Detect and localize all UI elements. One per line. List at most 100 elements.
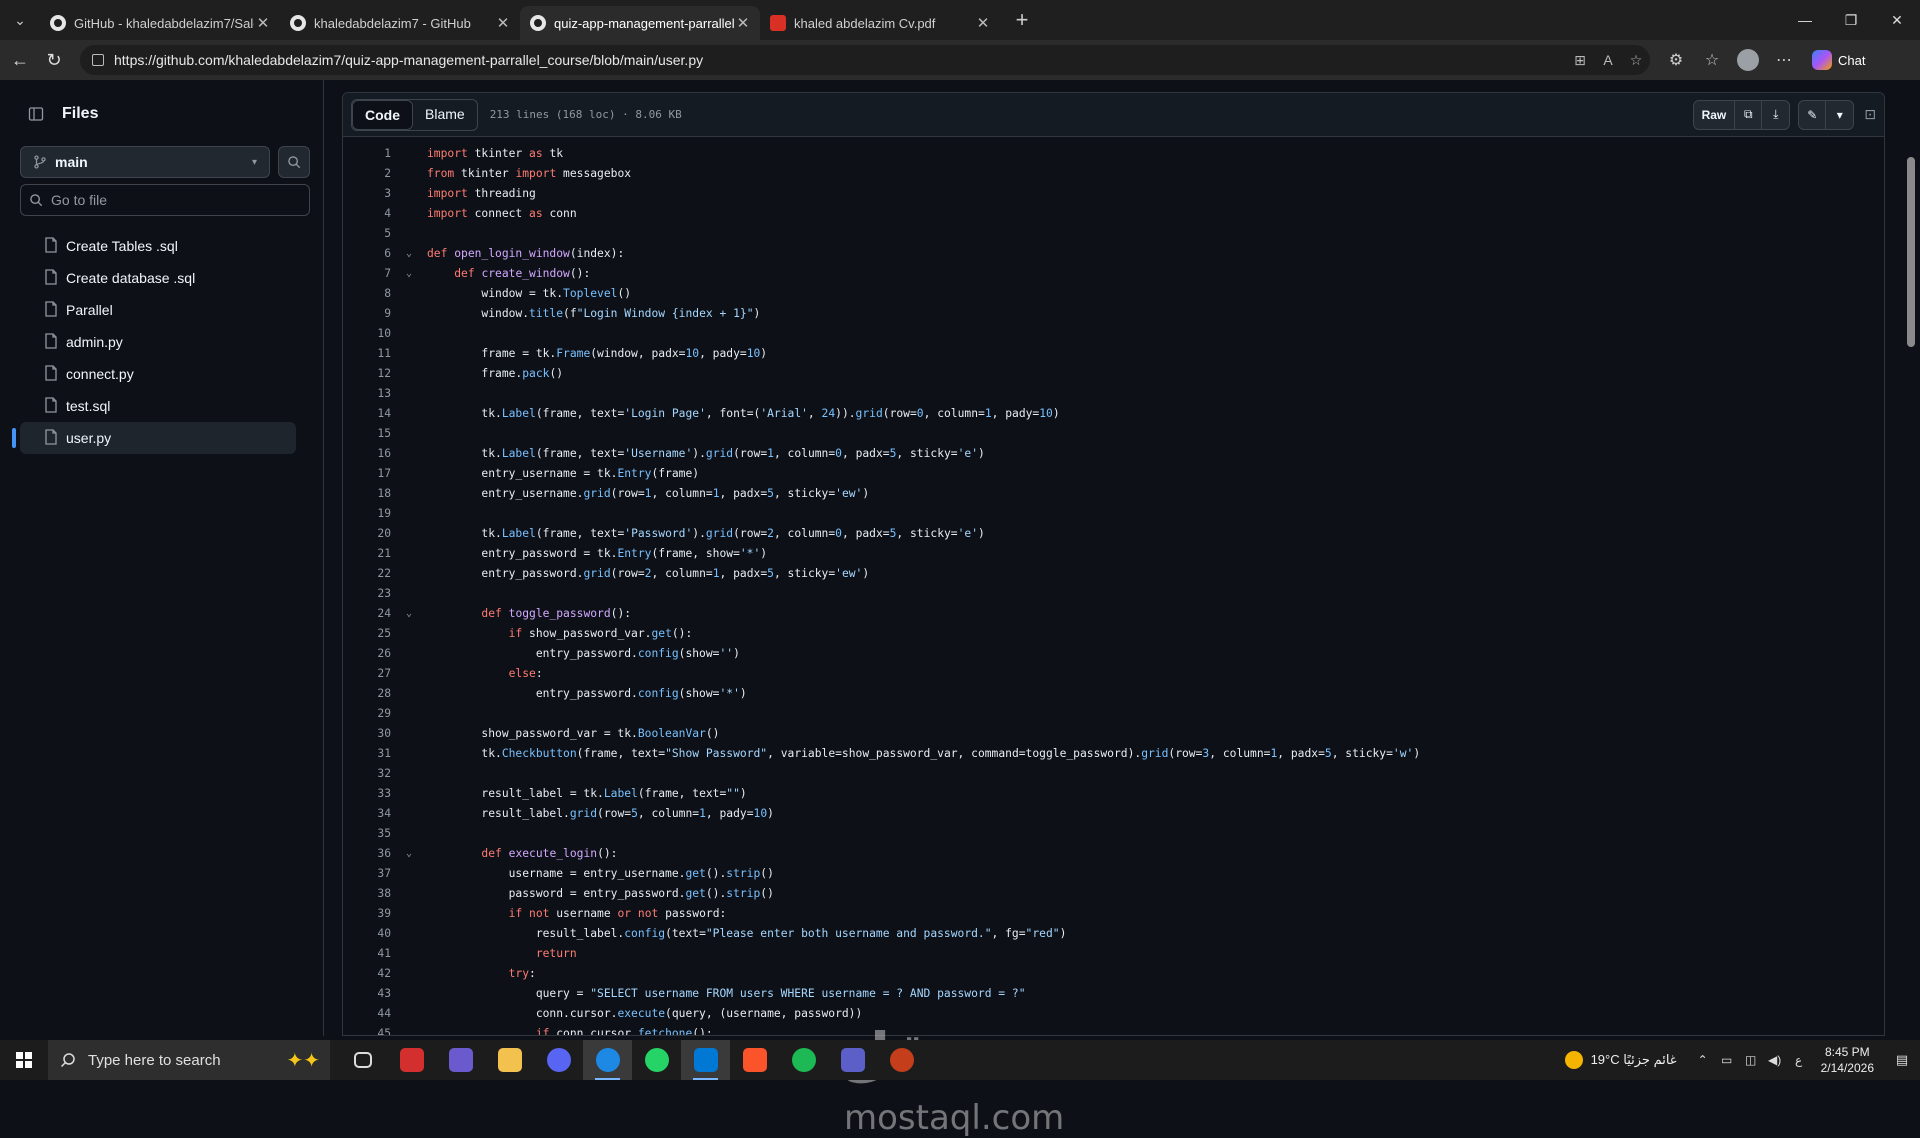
symbols-panel-icon[interactable]: ⊡ — [1864, 106, 1876, 123]
code-line[interactable]: 38 password = entry_password.get().strip… — [343, 883, 1884, 903]
taskbar-app-copilot[interactable] — [436, 1040, 485, 1080]
code-text[interactable]: entry_password.config(show='') — [419, 647, 740, 660]
clock[interactable]: 8:45 PM 2/14/2026 — [1821, 1044, 1874, 1076]
line-number[interactable]: 4 — [343, 207, 399, 220]
taskbar-app-discord[interactable] — [534, 1040, 583, 1080]
read-aloud-icon[interactable]: A — [1594, 52, 1622, 68]
code-text[interactable]: def open_login_window(index): — [419, 247, 624, 260]
browser-tab[interactable]: quiz-app-management-parrallel_co✕ — [520, 6, 760, 40]
line-number[interactable]: 30 — [343, 727, 399, 740]
code-line[interactable]: 24 ⌄ def toggle_password(): — [343, 603, 1884, 623]
line-number[interactable]: 42 — [343, 967, 399, 980]
code-line[interactable]: 1 import tkinter as tk — [343, 143, 1884, 163]
code-text[interactable]: result_label.config(text="Please enter b… — [419, 927, 1067, 940]
more-menu-icon[interactable]: ⋯ — [1766, 50, 1802, 70]
restore-icon[interactable]: ❐ — [1828, 0, 1874, 40]
code-line[interactable]: 3 import threading — [343, 183, 1884, 203]
code-line[interactable]: 13 — [343, 383, 1884, 403]
line-number[interactable]: 8 — [343, 287, 399, 300]
code-line[interactable]: 10 — [343, 323, 1884, 343]
download-icon[interactable]: ⤓ — [1762, 101, 1789, 129]
code-text[interactable]: frame.pack() — [419, 367, 563, 380]
line-number[interactable]: 41 — [343, 947, 399, 960]
code-text[interactable]: entry_password = tk.Entry(frame, show='*… — [419, 547, 767, 560]
code-text[interactable]: def execute_login(): — [419, 847, 617, 860]
search-files-button[interactable] — [278, 146, 310, 178]
code-text[interactable]: username = entry_username.get().strip() — [419, 867, 774, 880]
code-line[interactable]: 21 entry_password = tk.Entry(frame, show… — [343, 543, 1884, 563]
taskbar-app-whatsapp[interactable] — [632, 1040, 681, 1080]
code-line[interactable]: 26 entry_password.config(show='') — [343, 643, 1884, 663]
line-number[interactable]: 33 — [343, 787, 399, 800]
code-line[interactable]: 12 frame.pack() — [343, 363, 1884, 383]
go-to-file-input[interactable]: Go to file — [20, 184, 310, 216]
code-line[interactable]: 18 entry_username.grid(row=1, column=1, … — [343, 483, 1884, 503]
browser-tab[interactable]: GitHub - khaledabdelazim7/Sales- ✕ — [40, 6, 280, 40]
network-icon[interactable]: ◫ — [1739, 1053, 1763, 1067]
line-number[interactable]: 38 — [343, 887, 399, 900]
code-text[interactable]: tk.Label(frame, text='Password').grid(ro… — [419, 527, 984, 540]
code-text[interactable]: if not username or not password: — [419, 907, 727, 920]
code-text[interactable]: conn.cursor.execute(query, (username, pa… — [419, 1007, 862, 1020]
code-line[interactable]: 34 result_label.grid(row=5, column=1, pa… — [343, 803, 1884, 823]
line-number[interactable]: 32 — [343, 767, 399, 780]
code-text[interactable]: tk.Label(frame, text='Login Page', font=… — [419, 407, 1059, 420]
favorite-star-icon[interactable]: ☆ — [1622, 52, 1650, 69]
line-number[interactable]: 11 — [343, 347, 399, 360]
copilot-chat-button[interactable]: Chat — [1802, 46, 1875, 74]
taskbar-app-flash-app[interactable] — [387, 1040, 436, 1080]
browser-tab[interactable]: khaledabdelazim7 - GitHub ✕ — [280, 6, 520, 40]
tab-actions-menu-icon[interactable]: ⌄ — [0, 0, 40, 40]
code-text[interactable]: def toggle_password(): — [419, 607, 631, 620]
code-text[interactable]: else: — [419, 667, 543, 680]
new-tab-button[interactable]: + — [1004, 7, 1040, 33]
line-number[interactable]: 22 — [343, 567, 399, 580]
battery-icon[interactable]: ▭ — [1715, 1053, 1739, 1067]
code-line[interactable]: 43 query = "SELECT username FROM users W… — [343, 983, 1884, 1003]
line-number[interactable]: 14 — [343, 407, 399, 420]
taskbar-app-vscode[interactable] — [681, 1040, 730, 1080]
taskbar-app-file-explorer[interactable] — [485, 1040, 534, 1080]
code-text[interactable]: from tkinter import messagebox — [419, 167, 631, 180]
code-text[interactable]: window = tk.Toplevel() — [419, 287, 631, 300]
taskbar-app-brave[interactable] — [730, 1040, 779, 1080]
code-line[interactable]: 23 — [343, 583, 1884, 603]
close-window-icon[interactable]: ✕ — [1874, 0, 1920, 40]
tab-code[interactable]: Code — [352, 99, 413, 130]
page-scrollbar[interactable] — [1906, 82, 1916, 1034]
code-text[interactable]: frame = tk.Frame(window, padx=10, pady=1… — [419, 347, 767, 360]
file-tree-item[interactable]: user.py — [12, 422, 296, 454]
raw-button[interactable]: Raw — [1694, 100, 1736, 129]
line-number[interactable]: 44 — [343, 1007, 399, 1020]
notifications-icon[interactable]: ▤ — [1884, 1052, 1920, 1068]
code-line[interactable]: 15 — [343, 423, 1884, 443]
code-text[interactable]: return — [419, 947, 577, 960]
line-number[interactable]: 28 — [343, 687, 399, 700]
line-number[interactable]: 31 — [343, 747, 399, 760]
line-number[interactable]: 29 — [343, 707, 399, 720]
line-number[interactable]: 37 — [343, 867, 399, 880]
site-info-icon[interactable] — [92, 54, 104, 66]
code-line[interactable]: 40 result_label.config(text="Please ente… — [343, 923, 1884, 943]
line-number[interactable]: 39 — [343, 907, 399, 920]
line-number[interactable]: 10 — [343, 327, 399, 340]
code-text[interactable]: tk.Checkbutton(frame, text="Show Passwor… — [419, 747, 1420, 760]
line-number[interactable]: 3 — [343, 187, 399, 200]
code-line[interactable]: 33 result_label = tk.Label(frame, text="… — [343, 783, 1884, 803]
code-line[interactable]: 20 tk.Label(frame, text='Password').grid… — [343, 523, 1884, 543]
copy-raw-icon[interactable]: ⧉ — [1735, 100, 1763, 129]
line-number[interactable]: 6 — [343, 247, 399, 260]
line-number[interactable]: 15 — [343, 427, 399, 440]
code-line[interactable]: 29 — [343, 703, 1884, 723]
line-number[interactable]: 45 — [343, 1027, 399, 1036]
line-number[interactable]: 1 — [343, 147, 399, 160]
code-line[interactable]: 25 if show_password_var.get(): — [343, 623, 1884, 643]
address-bar[interactable]: https://github.com/khaledabdelazim7/quiz… — [80, 45, 1650, 75]
line-number[interactable]: 43 — [343, 987, 399, 1000]
code-line[interactable]: 45 if conn.cursor.fetchone(): — [343, 1023, 1884, 1036]
code-text[interactable]: query = "SELECT username FROM users WHER… — [419, 987, 1026, 1000]
tab-blame[interactable]: Blame — [413, 100, 477, 130]
code-text[interactable]: window.title(f"Login Window {index + 1}"… — [419, 307, 760, 320]
back-icon[interactable]: ← — [6, 46, 34, 74]
profile-avatar[interactable] — [1737, 49, 1759, 71]
